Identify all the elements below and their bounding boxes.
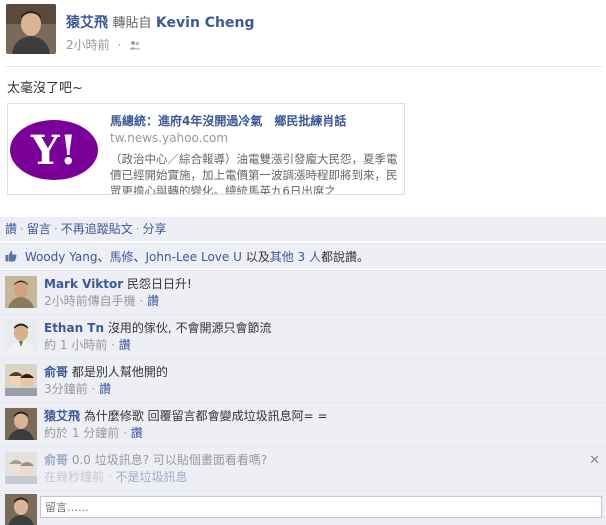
like-button[interactable]: 讚 [5, 222, 17, 236]
post-header: 猿艾飛 轉貼自 Kevin Cheng 2小時前 · [0, 0, 606, 62]
commenter-avatar[interactable] [5, 364, 37, 396]
commenter-name[interactable]: Mark Viktor [44, 277, 123, 291]
comment-item: Mark Viktor 民怨日日升! 2小時前傳自手機 · 讚 [0, 270, 606, 314]
current-user-avatar [5, 494, 37, 525]
likes-tail-text: 都說讚。 [320, 250, 369, 264]
meta-separator: · [117, 38, 122, 52]
commenter-avatar[interactable] [5, 452, 37, 484]
comment-meta: 在幾秒鐘前 · 不是垃圾訊息 [44, 470, 188, 484]
comment-text: 民怨日日升! [127, 277, 192, 291]
comment-like-link[interactable]: 讚 [119, 338, 131, 352]
unfollow-post-button[interactable]: 不再追蹤貼文 [61, 222, 133, 236]
post-message: 太毫沒了吧~ [7, 81, 83, 96]
comment-item: 猿艾飛 為什麼修歌 回覆留言都會變成垃圾訊息阿= = 約於 1 分鐘前 · 讚 [0, 402, 606, 446]
svg-text:Y!: Y! [30, 127, 77, 174]
author-avatar[interactable] [6, 4, 56, 54]
post-meta: 2小時前 · [66, 36, 141, 53]
commenter-name[interactable]: Ethan Tn [44, 321, 104, 335]
comment-composer [0, 490, 606, 525]
comment-text: 為什麼修歌 回覆留言都會變成垃圾訊息阿= = [83, 409, 328, 423]
shared-from-label: 轉貼自 [112, 16, 152, 31]
comment-meta: 3分鐘前 · 讚 [44, 382, 112, 396]
link-description: （政治中心／綜合報導）油電雙漲引發龐大民怨，夏季電價已經開始實施，加上電價第一波… [110, 152, 398, 195]
comment-item: 俞哥 都是別人幫他開的 3分鐘前 · 讚 [0, 358, 606, 402]
comment-like-link[interactable]: 讚 [131, 426, 143, 440]
action-separator: · [53, 222, 58, 236]
comment-timestamp[interactable]: 約於 1 分鐘前 [44, 426, 119, 440]
liker-name[interactable]: 馬修 [109, 250, 133, 264]
share-button[interactable]: 分享 [143, 222, 167, 236]
comment-text: 都是別人幫他開的 [71, 365, 168, 379]
likes-separator: 、 [97, 250, 110, 264]
comment-input[interactable] [40, 496, 602, 518]
likes-separator: 、 [133, 250, 146, 264]
commenter-avatar[interactable] [5, 408, 37, 440]
comment-text: 0.0 垃圾訊息? 可以貼個畫面看看嗎? [71, 453, 268, 467]
commenter-name[interactable]: 俞哥 [44, 453, 68, 467]
comment-like-link[interactable]: 讚 [147, 294, 159, 308]
comment-like-link[interactable]: 讚 [99, 382, 111, 396]
link-title[interactable]: 馬總統：進府4年沒開過冷氣 鄉民批練肖話 [110, 112, 400, 129]
comment-meta: 2小時前傳自手機 · 讚 [44, 294, 160, 308]
comment-body: 俞哥 都是別人幫他開的 3分鐘前 · 讚 [44, 364, 594, 398]
comment-body: Ethan Tn 沒用的傢伙, 不會開源只會節流 約 1 小時前 · 讚 [44, 320, 594, 354]
commenter-avatar[interactable] [5, 320, 37, 352]
shared-from-name[interactable]: Kevin Cheng [156, 15, 255, 31]
commenter-name[interactable]: 猿艾飛 [44, 409, 80, 423]
friends-audience-icon[interactable] [129, 39, 141, 53]
action-separator: · [20, 222, 24, 236]
liker-name[interactable]: Woody Yang [25, 250, 98, 264]
commenter-name[interactable]: 俞哥 [44, 365, 68, 379]
comment-body: 俞哥 0.0 垃圾訊息? 可以貼個畫面看看嗎? 在幾秒鐘前 · 不是垃圾訊息 [44, 452, 594, 486]
comment-meta: 約 1 小時前 · 讚 [44, 338, 131, 352]
comment-body: 猿艾飛 為什麼修歌 回覆留言都會變成垃圾訊息阿= = 約於 1 分鐘前 · 讚 [44, 408, 594, 442]
comment-item: Ethan Tn 沒用的傢伙, 不會開源只會節流 約 1 小時前 · 讚 [0, 314, 606, 358]
link-share-text: 馬總統：進府4年沒開過冷氣 鄉民批練肖話 tw.news.yahoo.com （… [110, 112, 400, 195]
comment-timestamp[interactable]: 約 1 小時前 [44, 338, 107, 352]
comment-timestamp[interactable]: 2小時前傳自手機 [44, 294, 136, 308]
comment-body: Mark Viktor 民怨日日升! 2小時前傳自手機 · 讚 [44, 276, 594, 310]
likes-others-link[interactable]: 其他 3 人 [270, 250, 321, 264]
comment-meta: 約於 1 分鐘前 · 讚 [44, 426, 143, 440]
comment-timestamp[interactable]: 3分鐘前 [44, 382, 88, 396]
post-timestamp[interactable]: 2小時前 [66, 38, 110, 52]
thumbs-up-icon [5, 245, 17, 271]
close-icon[interactable]: ✕ [589, 453, 600, 468]
yahoo-logo-thumbnail[interactable]: Y! [8, 104, 100, 194]
commenter-avatar[interactable] [5, 276, 37, 308]
author-line: 猿艾飛 轉貼自 Kevin Cheng [66, 12, 255, 32]
likes-and-text: 以及 [241, 250, 270, 264]
header-divider [6, 66, 602, 67]
link-share-card[interactable]: Y! 馬總統：進府4年沒開過冷氣 鄉民批練肖話 tw.news.yahoo.co… [7, 103, 405, 195]
not-spam-link[interactable]: 不是垃圾訊息 [115, 470, 187, 484]
link-domain: tw.news.yahoo.com [110, 131, 229, 145]
likes-summary: Woody Yang、馬修、John-Lee Love U 以及其他 3 人都說… [0, 243, 606, 269]
liker-name[interactable]: John-Lee Love U [146, 250, 242, 264]
comment-button[interactable]: 留言 [27, 222, 51, 236]
comment-text: 沒用的傢伙, 不會開源只會節流 [107, 321, 272, 335]
comment-item-marked-spam: 俞哥 0.0 垃圾訊息? 可以貼個畫面看看嗎? 在幾秒鐘前 · 不是垃圾訊息 ✕ [0, 446, 606, 490]
action-separator: · [135, 222, 140, 236]
author-name[interactable]: 猿艾飛 [66, 15, 108, 31]
post-action-bar: 讚 · 留言 · 不再追蹤貼文 · 分享 [0, 217, 606, 241]
comment-timestamp[interactable]: 在幾秒鐘前 [44, 470, 104, 484]
